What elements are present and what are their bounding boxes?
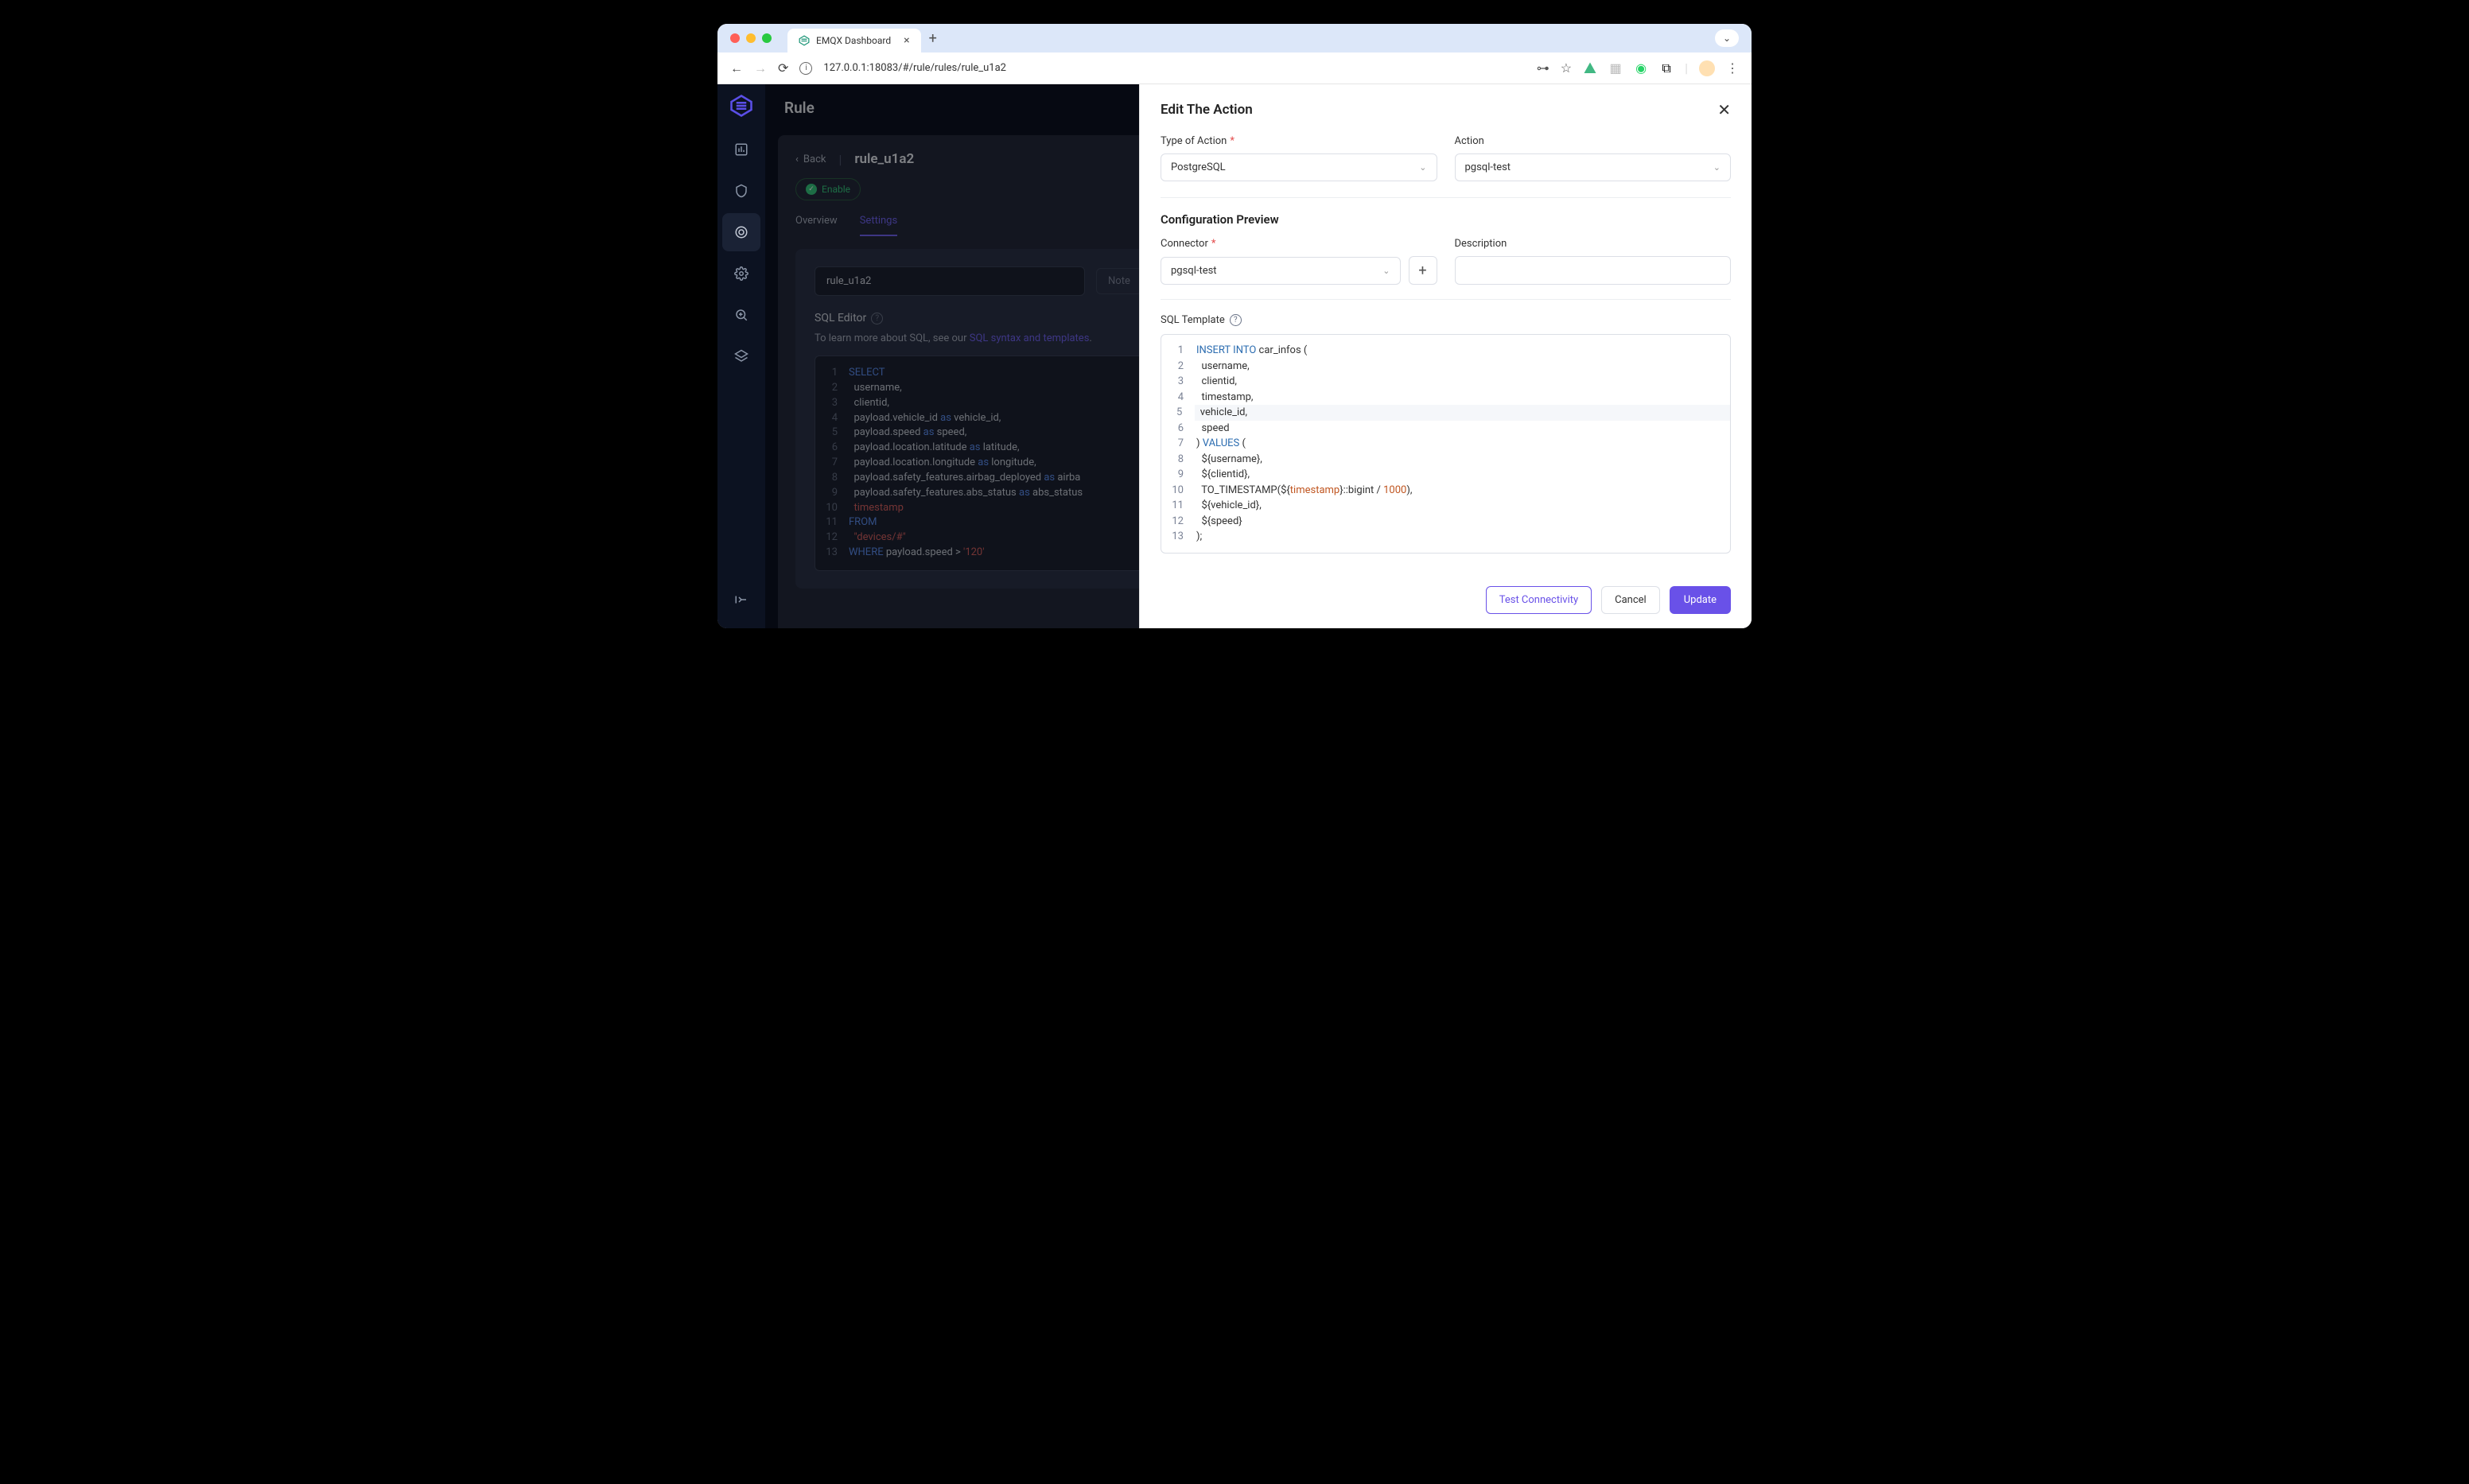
sidebar-security[interactable] xyxy=(722,172,760,210)
divider xyxy=(1161,299,1731,300)
sidebar-rules[interactable] xyxy=(722,213,760,251)
test-connectivity-button[interactable]: Test Connectivity xyxy=(1486,586,1592,614)
sidebar xyxy=(717,84,765,628)
type-label: Type of Action* xyxy=(1161,135,1437,147)
nav-forward-icon[interactable]: → xyxy=(754,60,767,76)
action-select[interactable]: pgsql-test ⌄ xyxy=(1455,153,1732,181)
app-logo[interactable] xyxy=(728,92,755,119)
tpl-label: SQL Template? xyxy=(1161,314,1731,326)
whatsapp-ext-icon[interactable]: ◉ xyxy=(1634,61,1648,76)
browser-menu-icon[interactable]: ⋮ xyxy=(1726,60,1739,76)
type-select[interactable]: PostgreSQL ⌄ xyxy=(1161,153,1437,181)
window-controls xyxy=(730,33,772,43)
tab-close-icon[interactable]: × xyxy=(904,34,909,47)
desc-input[interactable] xyxy=(1455,256,1732,285)
browser-tabs: EMQX Dashboard × + xyxy=(787,24,937,52)
address-bar: ← → ⟳ i 127.0.0.1:18083/#/rule/rules/rul… xyxy=(717,52,1752,84)
profile-avatar[interactable] xyxy=(1699,60,1715,76)
app: Rule ‹Back | rule_u1a2 ✓Enable Overview … xyxy=(717,84,1752,628)
help-icon[interactable]: ? xyxy=(1230,314,1242,326)
url-field[interactable]: 127.0.0.1:18083/#/rule/rules/rule_u1a2 xyxy=(823,62,1525,74)
add-connector-button[interactable]: + xyxy=(1409,256,1437,285)
drawer-edit-action: Edit The Action ✕ Type of Action* Postgr… xyxy=(1139,84,1752,628)
cancel-button[interactable]: Cancel xyxy=(1601,586,1660,614)
chevron-down-icon: ⌄ xyxy=(1419,162,1426,173)
vue-devtools-icon[interactable] xyxy=(1583,61,1597,76)
window-minimize[interactable] xyxy=(746,33,756,43)
window-maximize[interactable] xyxy=(762,33,772,43)
type-value: PostgreSQL xyxy=(1171,161,1226,173)
window-close[interactable] xyxy=(730,33,740,43)
connector-value: pgsql-test xyxy=(1171,265,1217,277)
browser-window: EMQX Dashboard × + ⌄ ← → ⟳ i 127.0.0.1:1… xyxy=(717,24,1752,628)
sidebar-expand[interactable] xyxy=(722,581,760,619)
tab-title: EMQX Dashboard xyxy=(816,35,891,46)
update-button[interactable]: Update xyxy=(1670,586,1731,614)
new-tab-button[interactable]: + xyxy=(929,30,937,47)
chevron-down-icon: ⌄ xyxy=(1713,162,1721,173)
browser-tab[interactable]: EMQX Dashboard × xyxy=(787,29,921,52)
action-label: Action xyxy=(1455,135,1732,147)
drawer-close-icon[interactable]: ✕ xyxy=(1717,100,1731,119)
drawer-header: Edit The Action ✕ xyxy=(1140,84,1752,130)
nav-reload-icon[interactable]: ⟳ xyxy=(778,60,788,76)
tabs-dropdown[interactable]: ⌄ xyxy=(1715,29,1739,47)
sidebar-diagnose[interactable] xyxy=(722,296,760,334)
toolbar-right: ⊶ ☆ ▦ ◉ ⧉ | ⋮ xyxy=(1537,60,1739,76)
key-icon[interactable]: ⊶ xyxy=(1537,60,1549,76)
extensions-menu-icon[interactable]: ⧉ xyxy=(1659,61,1674,76)
action-value: pgsql-test xyxy=(1465,161,1511,173)
drawer-footer: Test Connectivity Cancel Update xyxy=(1140,575,1752,628)
sidebar-settings[interactable] xyxy=(722,254,760,293)
chevron-down-icon: ⌄ xyxy=(1382,266,1390,276)
sidebar-clusters[interactable] xyxy=(722,337,760,375)
connector-label: Connector* xyxy=(1161,238,1437,250)
emqx-favicon-icon xyxy=(799,35,810,46)
titlebar: EMQX Dashboard × + ⌄ xyxy=(717,24,1752,52)
connector-select[interactable]: pgsql-test ⌄ xyxy=(1161,257,1401,285)
drawer-body: Type of Action* PostgreSQL ⌄ Action pgsql… xyxy=(1140,130,1752,575)
sql-template-editor[interactable]: 1INSERT INTO car_infos (2 username,3 cli… xyxy=(1161,334,1731,554)
sidebar-dashboard[interactable] xyxy=(722,130,760,169)
preview-title: Configuration Preview xyxy=(1161,212,1731,227)
site-info-icon[interactable]: i xyxy=(799,62,812,75)
divider xyxy=(1161,197,1731,198)
desc-label: Description xyxy=(1455,238,1732,250)
drawer-title: Edit The Action xyxy=(1161,102,1253,118)
nav-back-icon[interactable]: ← xyxy=(730,60,743,76)
bookmark-icon[interactable]: ☆ xyxy=(1561,60,1572,76)
extension-icon[interactable]: ▦ xyxy=(1608,61,1623,76)
